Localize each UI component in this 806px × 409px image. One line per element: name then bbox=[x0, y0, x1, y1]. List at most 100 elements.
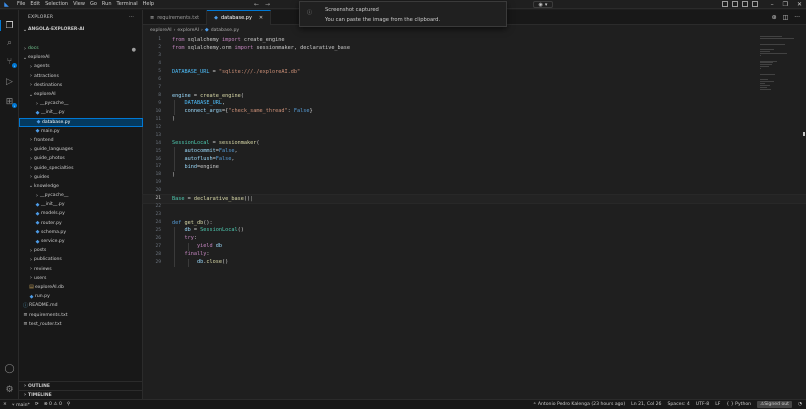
file-item[interactable]: ⓘ README.md bbox=[19, 301, 143, 310]
file-item[interactable]: ◆ service.py bbox=[19, 237, 143, 246]
minimize-icon[interactable]: – bbox=[771, 1, 774, 8]
file-item[interactable]: ≡ requirements.txt bbox=[19, 310, 143, 319]
line-ending[interactable]: LF bbox=[715, 402, 720, 407]
more-actions-icon[interactable]: ··· bbox=[794, 14, 800, 21]
code-line[interactable]: 4 bbox=[143, 60, 806, 68]
close-window-icon[interactable]: ✕ bbox=[797, 1, 802, 8]
code-line[interactable]: 22 bbox=[143, 203, 806, 211]
remote-icon[interactable]: ⨯ bbox=[3, 402, 7, 407]
file-item[interactable]: ◆ database.py bbox=[19, 117, 143, 127]
folder-item[interactable]: › destinations bbox=[19, 81, 143, 90]
menu-terminal[interactable]: Terminal bbox=[117, 1, 138, 7]
file-item[interactable]: ◆ router.py bbox=[19, 219, 143, 228]
notifications-bell-icon[interactable]: ◔ bbox=[798, 402, 802, 407]
toggle-secondary-sidebar-icon[interactable] bbox=[752, 1, 758, 7]
maximize-icon[interactable]: ❐ bbox=[783, 1, 788, 8]
file-item[interactable]: ◆ run.py bbox=[19, 292, 143, 301]
tab-database-py[interactable]: ◆ database.py ✕ bbox=[207, 10, 272, 25]
file-item[interactable]: ◆ main.py bbox=[19, 127, 143, 136]
minimap[interactable] bbox=[760, 36, 794, 90]
indentation[interactable]: Spaces: 4 bbox=[667, 402, 689, 407]
explorer-icon[interactable]: ❐ bbox=[4, 20, 15, 31]
menu-file[interactable]: File bbox=[17, 1, 25, 7]
code-line[interactable]: 3 bbox=[143, 52, 806, 60]
code-line[interactable]: 12 bbox=[143, 123, 806, 131]
sync-icon[interactable]: ⟳ bbox=[35, 402, 39, 407]
folder-item[interactable]: › users bbox=[19, 274, 143, 283]
code-line[interactable]: 6 bbox=[143, 76, 806, 84]
more-actions-icon[interactable]: ··· bbox=[129, 15, 134, 20]
folder-item[interactable]: ⌄ exploreAI bbox=[19, 90, 143, 99]
code-line[interactable]: 28 finally: bbox=[143, 250, 806, 258]
folder-item[interactable]: › agents bbox=[19, 62, 143, 71]
code-line[interactable]: 5 DATABASE_URL = "sqlite:///./exploreAI.d… bbox=[143, 68, 806, 76]
menu-view[interactable]: View bbox=[73, 1, 85, 7]
menu-edit[interactable]: Edit bbox=[30, 1, 40, 7]
folder-item[interactable]: › guide_languages bbox=[19, 145, 143, 154]
toggle-sidebar-icon[interactable] bbox=[732, 1, 738, 7]
menu-selection[interactable]: Selection bbox=[45, 1, 68, 7]
code-line[interactable]: 13 bbox=[143, 131, 806, 139]
open-changes-icon[interactable]: ⊛ bbox=[772, 14, 777, 21]
folder-item[interactable]: › publications bbox=[19, 255, 143, 264]
account-icon[interactable]: ◯ bbox=[4, 363, 15, 374]
run-debug-icon[interactable]: ▷ bbox=[4, 76, 15, 87]
account-status[interactable]: ⚠ Signed out bbox=[757, 401, 792, 408]
file-item[interactable]: ◆ schema.py bbox=[19, 228, 143, 237]
code-line[interactable]: 14 SessionLocal = sessionmaker( bbox=[143, 139, 806, 147]
code-line[interactable]: 15 autocommit=False, bbox=[143, 147, 806, 155]
cursor-position[interactable]: Ln 21, Col 26 bbox=[631, 402, 661, 407]
toggle-panel-icon[interactable] bbox=[742, 1, 748, 7]
folder-item[interactable]: › docs bbox=[19, 44, 143, 53]
layout-icon[interactable] bbox=[722, 1, 728, 7]
folder-item[interactable]: › attractions bbox=[19, 72, 143, 81]
tab-requirements-txt[interactable]: ≡ requirements.txt bbox=[143, 10, 208, 25]
folder-item[interactable]: › posts bbox=[19, 246, 143, 255]
folder-item[interactable]: › reviews bbox=[19, 265, 143, 274]
extensions-icon[interactable]: ⊞ • bbox=[4, 96, 17, 108]
file-item[interactable]: ◆ models.py bbox=[19, 209, 143, 218]
code-line[interactable]: 2 from sqlalchemy.orm import sessionmaker… bbox=[143, 44, 806, 52]
breadcrumb-item[interactable]: exploreAI bbox=[150, 28, 172, 33]
folder-item[interactable]: › __pycache__ bbox=[19, 191, 143, 200]
folder-item[interactable]: › guide_specialties bbox=[19, 163, 143, 172]
problems-indicator[interactable]: ⊗ 0 ⚠ 0 bbox=[44, 402, 62, 407]
code-line[interactable]: 7 bbox=[143, 84, 806, 92]
code-line[interactable]: 29 db.close() bbox=[143, 258, 806, 266]
notification-toast[interactable]: ⓘ Screenshot captured You can paste the … bbox=[299, 1, 507, 27]
folder-item[interactable]: ⌄ exploreAI bbox=[19, 53, 143, 62]
folder-item[interactable]: › guides bbox=[19, 173, 143, 182]
timeline-section[interactable]: › TIMELINE bbox=[19, 390, 143, 399]
menu-go[interactable]: Go bbox=[90, 1, 97, 7]
copilot-button[interactable]: ◉ ▾ bbox=[533, 1, 553, 8]
settings-gear-icon[interactable]: ⚙ bbox=[4, 384, 15, 395]
code-line[interactable]: 16 autoflush=False, bbox=[143, 155, 806, 163]
code-line[interactable]: 10 connect_args={"check_same_thread": Fa… bbox=[143, 107, 806, 115]
encoding[interactable]: UTF-8 bbox=[696, 402, 709, 407]
git-blame[interactable]: ⚬ Antonio Pedro Kalenga (23 hours ago) bbox=[533, 402, 626, 407]
menu-help[interactable]: Help bbox=[143, 1, 154, 7]
code-line[interactable]: 23 bbox=[143, 211, 806, 219]
code-line[interactable]: 8 engine = create_engine( bbox=[143, 92, 806, 100]
code-line[interactable]: 18) bbox=[143, 171, 806, 179]
split-editor-icon[interactable]: ◫ bbox=[783, 14, 789, 21]
code-line[interactable]: 26 try: bbox=[143, 234, 806, 242]
code-line[interactable]: 20 bbox=[143, 187, 806, 195]
breadcrumb-item[interactable]: database.py bbox=[211, 28, 239, 33]
code-editor[interactable]: 1 from sqlalchemy import create_engine 2 fr… bbox=[142, 36, 806, 267]
code-line[interactable]: 9 DATABASE_URL, bbox=[143, 100, 806, 108]
forward-arrow-icon[interactable]: → bbox=[265, 1, 270, 8]
close-icon[interactable]: ✕ bbox=[259, 15, 263, 21]
language-mode[interactable]: { } Python bbox=[726, 402, 751, 407]
menu-run[interactable]: Run bbox=[102, 1, 112, 7]
file-item[interactable]: ◆ __init__.py bbox=[19, 108, 143, 117]
file-item[interactable]: ▤ exploreAI.db bbox=[19, 283, 143, 292]
code-line[interactable]: 19 bbox=[143, 179, 806, 187]
back-arrow-icon[interactable]: ← bbox=[254, 1, 259, 8]
folder-item[interactable]: › frontend bbox=[19, 136, 143, 145]
breadcrumb-item[interactable]: exploreAI bbox=[177, 28, 199, 33]
code-line[interactable]: 1 from sqlalchemy import create_engine bbox=[143, 36, 806, 44]
outline-section[interactable]: › OUTLINE bbox=[19, 381, 143, 390]
code-line[interactable]: 17 bind=engine bbox=[143, 163, 806, 171]
folder-item[interactable]: ⌄ knowledge bbox=[19, 182, 143, 191]
